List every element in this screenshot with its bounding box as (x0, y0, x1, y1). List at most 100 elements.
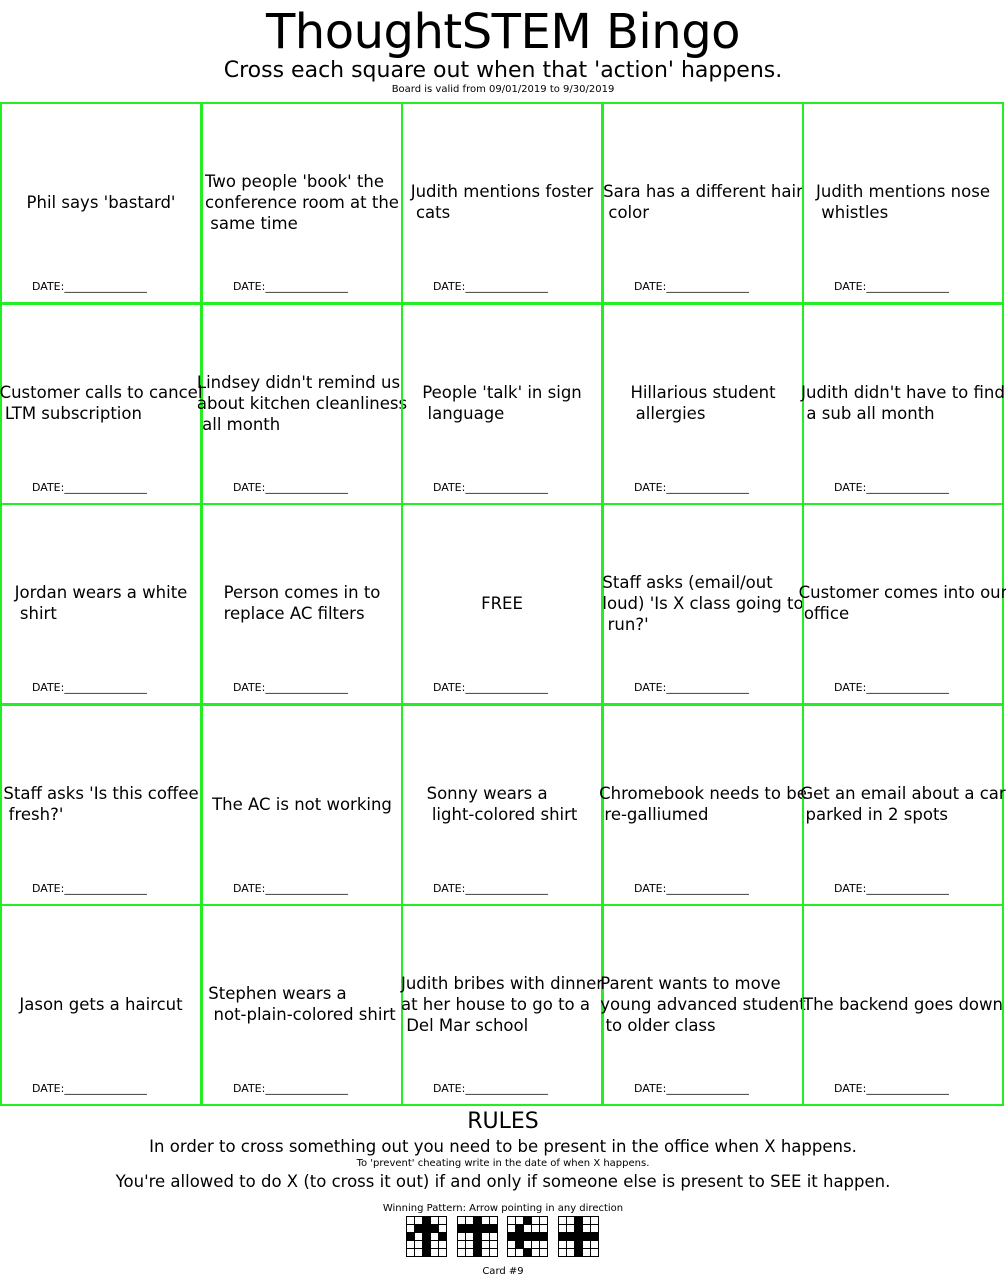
pattern-cell-empty (523, 1240, 532, 1249)
pattern-cell-empty (557, 1224, 567, 1233)
square-action-text: FREE (481, 593, 523, 613)
square-action-text: Two people 'book' the conference room at… (205, 171, 399, 233)
pattern-cell-empty (531, 1248, 540, 1257)
bingo-square[interactable]: The AC is not working DATE:______________… (201, 704, 403, 906)
bingo-square[interactable]: Judith didn't have to find a sub all mon… (801, 303, 1005, 505)
rule-line-presence: In order to cross something out you need… (149, 1137, 857, 1156)
square-action-text: Phil says 'bastard' (26, 192, 176, 212)
bingo-square[interactable]: Customer comes into our office DATE:_____… (798, 503, 1006, 705)
bingo-square[interactable]: Staff asks (email/out loud) 'Is X class … (602, 503, 804, 705)
bingo-square[interactable]: Judith mentions foster cats DATE:________… (401, 102, 603, 304)
square-action-text: Judith didn't have to find a sub all mon… (801, 383, 1005, 423)
bingo-square[interactable]: Sara has a different hair color DATE:____… (602, 102, 804, 304)
pattern-cell-filled (438, 1232, 447, 1241)
rule-line-date: To 'prevent' cheating write in the date … (356, 1158, 650, 1169)
bingo-square[interactable]: Hillarious student allergies DATE:_______… (602, 303, 804, 505)
pattern-cell-filled (422, 1248, 431, 1257)
bingo-square[interactable]: FREE DATE:_______________ (401, 503, 603, 705)
pattern-cell-filled (573, 1248, 583, 1257)
pattern-cell-empty (581, 1216, 591, 1225)
bingo-square[interactable]: Judith bribes with dinner at her house t… (401, 904, 603, 1106)
square-action-text: The AC is not working (212, 794, 392, 814)
pattern-cell-empty (531, 1216, 540, 1225)
page-title: ThoughtSTEM Bingo (265, 4, 741, 60)
pattern-cell-filled (414, 1224, 423, 1233)
pattern-cell-filled (422, 1224, 431, 1233)
square-action-text: Hillarious student allergies (630, 383, 776, 423)
square-date-line: DATE:_______________ (433, 882, 548, 895)
pattern-cell-empty (557, 1216, 567, 1225)
pattern-cell-filled (573, 1240, 583, 1249)
square-action-text: Chromebook needs to be re-galliumed (599, 784, 807, 824)
pattern-cell-filled (422, 1232, 431, 1241)
pattern-cell-empty (414, 1232, 423, 1241)
pattern-cell-empty (515, 1216, 524, 1225)
bingo-square[interactable]: The backend goes down DATE:______________… (802, 904, 1004, 1106)
pattern-cell-filled (523, 1216, 532, 1225)
pattern-cell-empty (406, 1216, 415, 1225)
pattern-cell-empty (456, 1232, 466, 1241)
pattern-cell-filled (539, 1232, 548, 1241)
square-date-line: DATE:_______________ (433, 481, 548, 494)
square-date-line: DATE:_______________ (32, 882, 147, 895)
square-date-line: DATE:_______________ (634, 280, 749, 293)
pattern-cell-filled (464, 1224, 474, 1233)
pattern-cell-filled (581, 1232, 591, 1241)
pattern-cell-empty (507, 1224, 516, 1233)
square-action-text: Stephen wears a not-plain-colored shirt (208, 984, 396, 1024)
bingo-square[interactable]: Judith mentions nose whistles DATE:______… (802, 102, 1004, 304)
bingo-square[interactable]: Person comes in to replace AC filters DAT… (201, 503, 403, 705)
bingo-square[interactable]: Parent wants to move young advanced stud… (600, 904, 806, 1106)
bingo-square[interactable]: Get an email about a car parked in 2 spo… (800, 704, 1006, 906)
square-date-line: DATE:_______________ (634, 882, 749, 895)
pattern-cell-filled (422, 1216, 431, 1225)
square-date-line: DATE:_______________ (32, 280, 147, 293)
square-action-text: Get an email about a car parked in 2 spo… (800, 784, 1006, 824)
square-action-text: Customer comes into our office (798, 583, 1006, 623)
square-date-line: DATE:_______________ (834, 1082, 949, 1095)
pattern-cell-empty (464, 1248, 474, 1257)
bingo-square[interactable]: Chromebook needs to be re-galliumed DATE:… (599, 704, 807, 906)
pattern-cell-empty (406, 1240, 415, 1249)
bingo-square[interactable]: Sonny wears a light-colored shirt DATE:__… (401, 704, 603, 906)
bingo-square[interactable]: Two people 'book' the conference room at… (201, 102, 403, 304)
pattern-cell-empty (565, 1248, 575, 1257)
square-action-text: Lindsey didn't remind us about kitchen c… (196, 372, 408, 434)
bingo-square[interactable]: People 'talk' in sign language DATE:_____… (401, 303, 603, 505)
pattern-cell-empty (480, 1216, 490, 1225)
bingo-square[interactable]: Phil says 'bastard' DATE:_______________ (0, 102, 202, 304)
pattern-cell-empty (456, 1248, 466, 1257)
bingo-square[interactable]: Stephen wears a not-plain-colored shirt D… (201, 904, 403, 1106)
pattern-cell-filled (573, 1232, 583, 1241)
pattern-cell-filled (472, 1240, 482, 1249)
square-action-text: Jason gets a haircut (19, 994, 183, 1014)
square-date-line: DATE:_______________ (233, 1082, 348, 1095)
square-action-text: Staff asks (email/out loud) 'Is X class … (602, 572, 804, 634)
square-date-line: DATE:_______________ (32, 481, 147, 494)
pattern-cell-empty (430, 1240, 439, 1249)
bingo-square[interactable]: Customer calls to cancel LTM subscriptio… (0, 303, 202, 505)
page-subtitle: Cross each square out when that 'action'… (223, 58, 783, 83)
pattern-cell-empty (565, 1240, 575, 1249)
bingo-square[interactable]: Jordan wears a white shirt DATE:_________… (0, 503, 202, 705)
bingo-square[interactable]: Jason gets a haircut DATE:_______________ (0, 904, 202, 1106)
card-number: Card #9 (482, 1266, 524, 1277)
pattern-cell-empty (414, 1216, 423, 1225)
pattern-cell-empty (456, 1240, 466, 1249)
pattern-cell-empty (581, 1248, 591, 1257)
pattern-cell-filled (515, 1232, 524, 1241)
pattern-cell-empty (414, 1248, 423, 1257)
pattern-cell-empty (507, 1240, 516, 1249)
pattern-cell-empty (464, 1232, 474, 1241)
square-action-text: People 'talk' in sign language (422, 383, 582, 423)
bingo-square[interactable]: Staff asks 'Is this coffee fresh?' DATE:_… (0, 704, 202, 906)
bingo-square[interactable]: Lindsey didn't remind us about kitchen c… (196, 303, 408, 505)
pattern-cell-filled (565, 1232, 575, 1241)
pattern-cell-filled (480, 1224, 490, 1233)
square-action-text: Person comes in to replace AC filters (223, 583, 381, 623)
pattern-cell-filled (589, 1232, 599, 1241)
pattern-cell-empty (589, 1248, 599, 1257)
pattern-cell-empty (464, 1216, 474, 1225)
pattern-cell-empty (557, 1240, 567, 1249)
square-date-line: DATE:_______________ (433, 280, 548, 293)
